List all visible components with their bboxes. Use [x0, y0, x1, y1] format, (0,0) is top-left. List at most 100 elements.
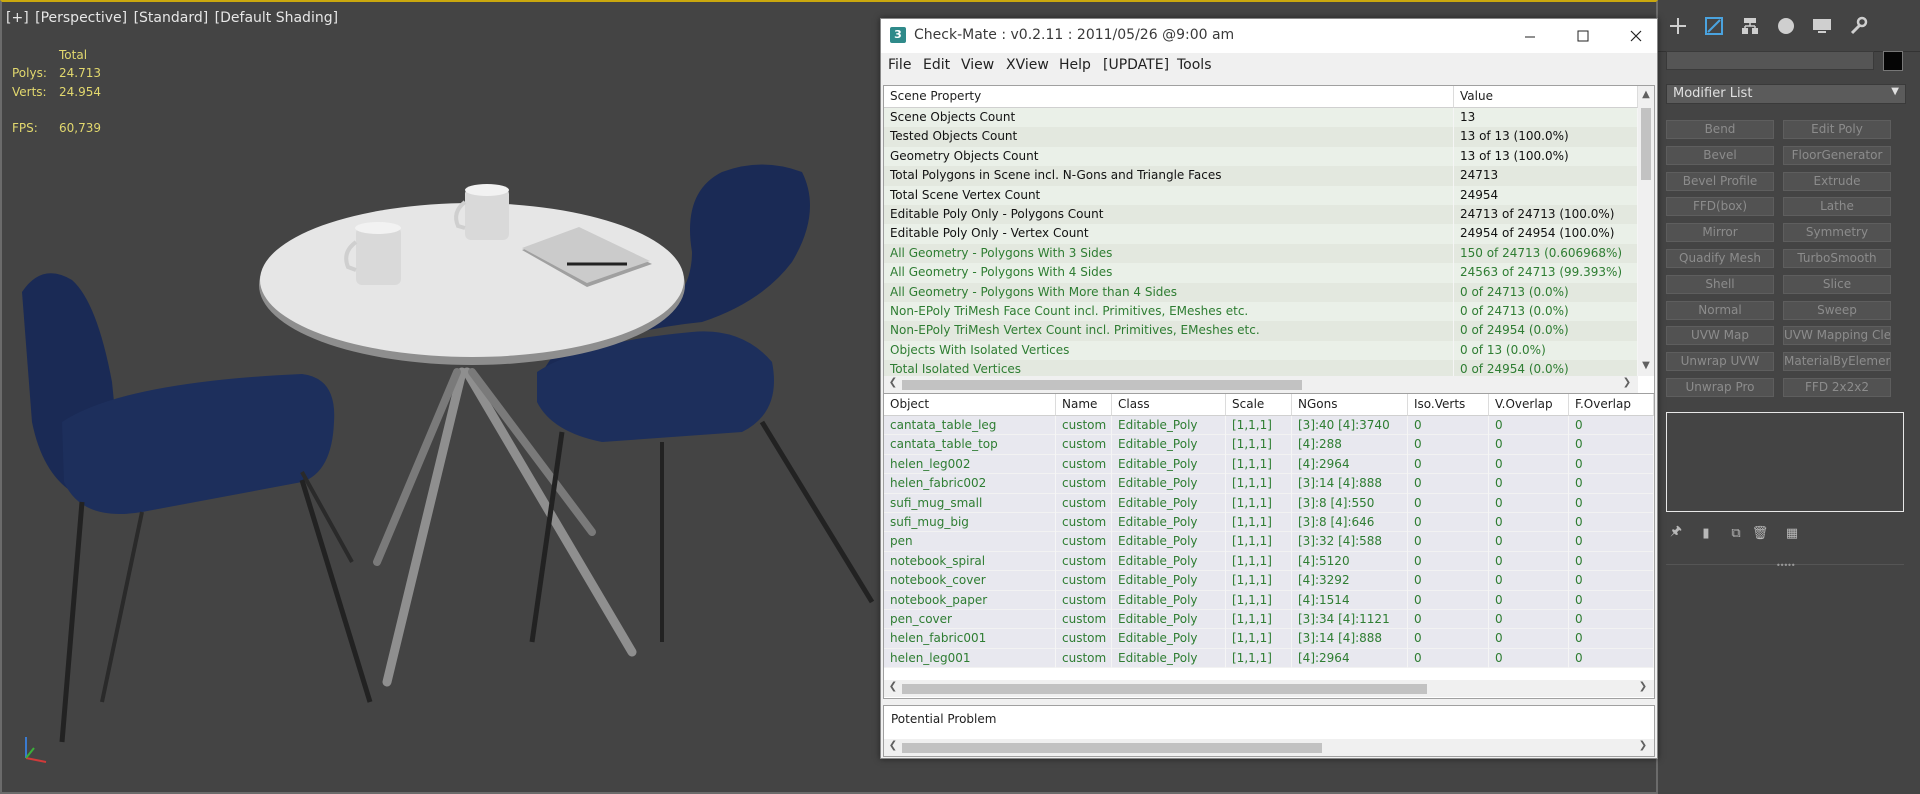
object-header-object[interactable]: Object	[884, 394, 1056, 416]
checkmate-titlebar[interactable]: 3 Check-Mate : v0.2.11 : 2011/05/26 @9:0…	[881, 19, 1657, 53]
create-icon[interactable]	[1664, 12, 1692, 40]
table-row[interactable]: cantata_table_top custom Editable_Poly [1,1…	[884, 435, 1654, 455]
table-row[interactable]: Objects With Isolated Vertices 0 of 13 (0…	[884, 340, 1638, 361]
scene-header-property[interactable]: Scene Property	[884, 86, 1454, 108]
scroll-right-icon[interactable]: ❯	[1636, 740, 1650, 751]
modifier-button-turbosmooth[interactable]: TurboSmooth	[1783, 249, 1891, 268]
display-icon[interactable]	[1808, 12, 1836, 40]
object-header-class[interactable]: Class	[1112, 394, 1226, 416]
maximize-button[interactable]	[1563, 23, 1603, 49]
table-row[interactable]: notebook_spiral custom Editable_Poly [1,1,1…	[884, 551, 1654, 572]
table-row[interactable]: All Geometry - Polygons With 4 Sides 2456…	[884, 263, 1638, 283]
rollout-grip[interactable]: •••••	[1776, 561, 1796, 570]
modifier-button-slice[interactable]: Slice	[1783, 274, 1891, 294]
object-table-hscroll-thumb[interactable]	[902, 684, 1427, 694]
modifier-button-uvw-map[interactable]: UVW Map	[1666, 326, 1774, 346]
modifier-button-bend[interactable]: Bend	[1666, 120, 1774, 139]
scene-property-table[interactable]: Scene Property Value Scene Objects Count 1…	[883, 85, 1655, 395]
problem-panel-hscroll-thumb[interactable]	[902, 743, 1322, 753]
menu-edit[interactable]: Edit	[923, 57, 950, 73]
table-row[interactable]: helen_fabric002 custom Editable_Poly [1,1,1…	[884, 474, 1654, 494]
viewport-label-menu[interactable]: [+] [Perspective] [Standard] [Default Sh…	[6, 10, 340, 26]
remove-modifier-icon[interactable]: 🗑	[1750, 523, 1770, 543]
scroll-up-icon[interactable]: ▲	[1639, 89, 1653, 100]
viewport-plus-menu[interactable]: [+]	[6, 10, 29, 26]
table-row[interactable]: helen_leg002 custom Editable_Poly [1,1,1] [4…	[884, 454, 1654, 475]
object-table-hscroll[interactable]: ❮ ❯	[884, 680, 1654, 697]
table-row[interactable]: All Geometry - Polygons With 3 Sides 150 …	[884, 243, 1638, 264]
menu-view[interactable]: View	[961, 57, 994, 73]
scene-table-hscroll[interactable]: ❮ ❯	[884, 376, 1638, 393]
hierarchy-icon[interactable]	[1736, 12, 1764, 40]
table-row[interactable]: Total Scene Vertex Count 24954	[884, 185, 1638, 205]
show-end-result-icon[interactable]: ▮	[1696, 523, 1716, 543]
scene-table-hscroll-thumb[interactable]	[902, 380, 1302, 390]
modifier-button-ffd-box[interactable]: FFD(box)	[1666, 197, 1774, 217]
motion-icon[interactable]	[1772, 12, 1800, 40]
object-header-scale[interactable]: Scale	[1226, 394, 1292, 416]
modifier-button-extrude[interactable]: Extrude	[1783, 171, 1891, 191]
modifier-button-unwrap-uvw[interactable]: Unwrap UVW	[1666, 352, 1774, 372]
modifier-button-mirror[interactable]: Mirror	[1666, 223, 1774, 243]
modifier-button-ffd-2x2x2[interactable]: FFD 2x2x2	[1783, 378, 1891, 397]
object-header-name[interactable]: Name	[1056, 394, 1112, 416]
object-color-swatch[interactable]	[1883, 51, 1903, 71]
modifier-button-uvw-mapping-clear[interactable]: UVW Mapping Clear	[1783, 326, 1891, 346]
modifier-button-normal[interactable]: Normal	[1666, 300, 1774, 320]
modifier-button-floorgenerator[interactable]: FloorGenerator	[1783, 145, 1891, 165]
problem-panel-hscroll[interactable]: ❮ ❯	[884, 739, 1654, 756]
table-row[interactable]: sufi_mug_small custom Editable_Poly [1,1,1]…	[884, 493, 1654, 513]
modifier-button-unwrap-pro[interactable]: Unwrap Pro	[1666, 378, 1774, 397]
scene-table-vscroll[interactable]: ▲ ▼	[1638, 86, 1654, 376]
modifier-button-sweep[interactable]: Sweep	[1783, 300, 1891, 320]
table-row[interactable]: helen_leg001 custom Editable_Poly [1,1,1] [4…	[884, 648, 1654, 669]
menu-update[interactable]: [UPDATE]	[1103, 57, 1169, 73]
close-button[interactable]	[1616, 23, 1656, 49]
table-row[interactable]: pen custom Editable_Poly [1,1,1] [3]:32 [4]:…	[884, 532, 1654, 552]
modifier-button-quadify-mesh[interactable]: Quadify Mesh	[1666, 249, 1774, 268]
modifier-button-bevel-profile[interactable]: Bevel Profile	[1666, 171, 1774, 191]
object-header-v-overlap[interactable]: V.Overlap	[1489, 394, 1569, 416]
minimize-button[interactable]	[1510, 23, 1550, 49]
modifier-button-edit-poly[interactable]: Edit Poly	[1783, 120, 1891, 139]
object-header-iso-verts[interactable]: Iso.Verts	[1408, 394, 1489, 416]
modifier-button-lathe[interactable]: Lathe	[1783, 197, 1891, 217]
modifier-button-shell[interactable]: Shell	[1666, 274, 1774, 294]
menu-file[interactable]: File	[888, 57, 911, 73]
scene-table-vscroll-thumb[interactable]	[1641, 108, 1651, 180]
table-row[interactable]: Total Polygons in Scene incl. N-Gons and…	[884, 166, 1638, 186]
table-row[interactable]: Non-EPoly TriMesh Vertex Count incl. Pri…	[884, 321, 1638, 341]
configure-modifier-sets-icon[interactable]: ▦	[1782, 523, 1802, 543]
viewport-shading-menu[interactable]: [Default Shading]	[215, 10, 338, 26]
scroll-right-icon[interactable]: ❯	[1620, 377, 1634, 388]
scroll-left-icon[interactable]: ❮	[886, 740, 900, 751]
menu-xview[interactable]: XView	[1006, 57, 1049, 73]
object-name-field[interactable]	[1666, 51, 1874, 70]
modify-icon[interactable]	[1700, 12, 1728, 40]
table-row[interactable]: Non-EPoly TriMesh Face Count incl. Primi…	[884, 302, 1638, 322]
potential-problem-panel[interactable]: Potential Problem ❮ ❯	[883, 705, 1655, 757]
modifier-button-materialbyelement[interactable]: MaterialByElement	[1783, 352, 1891, 372]
table-row[interactable]: Editable Poly Only - Polygons Count 24713…	[884, 205, 1638, 225]
menu-tools[interactable]: Tools	[1177, 57, 1212, 73]
object-header-f-overlap[interactable]: F.Overlap	[1569, 394, 1654, 416]
viewport-render-menu[interactable]: [Standard]	[134, 10, 209, 26]
table-row[interactable]: All Geometry - Polygons With More than 4…	[884, 282, 1638, 302]
make-unique-icon[interactable]: ⧉	[1726, 523, 1746, 543]
scroll-left-icon[interactable]: ❮	[886, 377, 900, 388]
menu-help[interactable]: Help	[1059, 57, 1091, 73]
chair-left[interactable]	[22, 273, 373, 743]
table-row[interactable]: notebook_paper custom Editable_Poly [1,1,1]…	[884, 590, 1654, 610]
table-row[interactable]: Editable Poly Only - Vertex Count 24954 o…	[884, 224, 1638, 244]
scroll-down-icon[interactable]: ▼	[1639, 360, 1653, 371]
table-row[interactable]: Scene Objects Count 13	[884, 108, 1638, 128]
scroll-left-icon[interactable]: ❮	[886, 681, 900, 692]
table-row[interactable]: helen_fabric001 custom Editable_Poly [1,1,1…	[884, 629, 1654, 649]
scroll-right-icon[interactable]: ❯	[1636, 681, 1650, 692]
utilities-icon[interactable]	[1844, 12, 1872, 40]
pin-stack-icon[interactable]: 🖈	[1666, 523, 1686, 543]
table-row[interactable]: Geometry Objects Count 13 of 13 (100.0%)	[884, 146, 1638, 167]
scene-header-value[interactable]: Value	[1454, 86, 1638, 108]
modifier-list-dropdown[interactable]: Modifier List ▼	[1666, 84, 1906, 104]
viewport-pov-menu[interactable]: [Perspective]	[35, 10, 127, 26]
